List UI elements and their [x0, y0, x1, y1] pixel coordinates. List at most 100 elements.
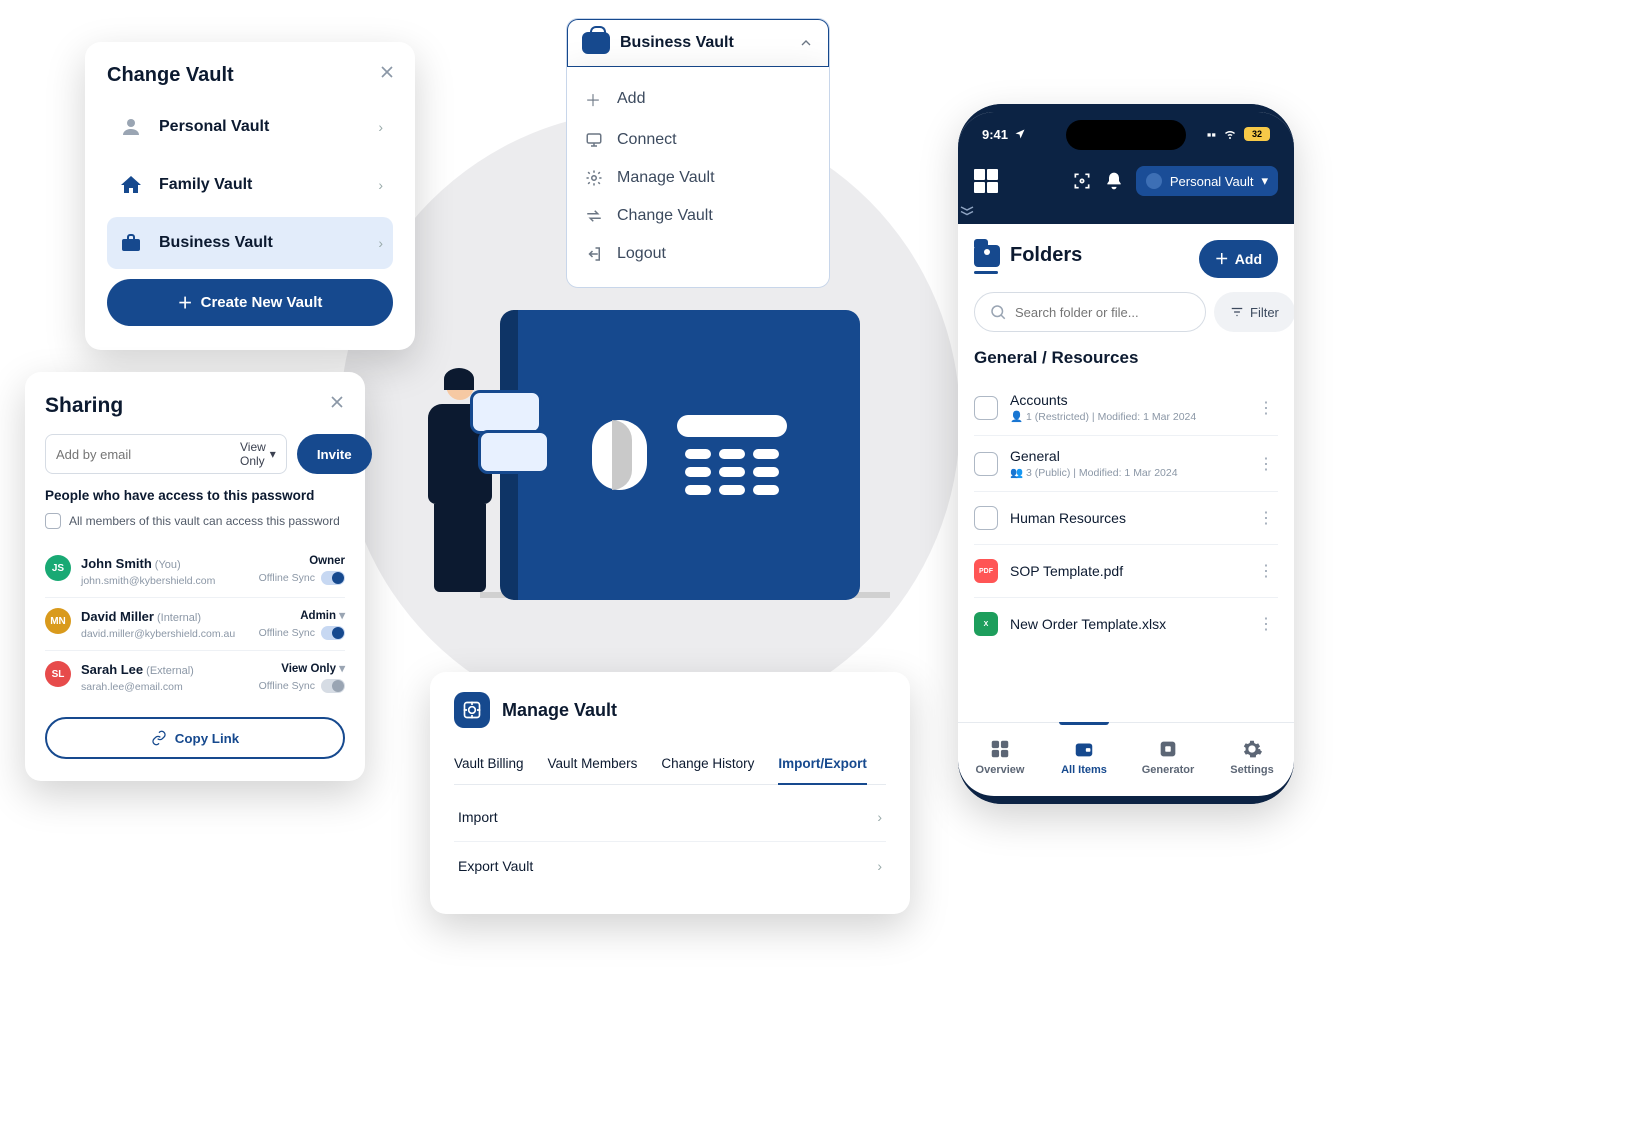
nav-all-items[interactable]: All Items — [1042, 723, 1126, 790]
nav-label: All Items — [1061, 764, 1107, 776]
safe-dial-icon — [592, 420, 647, 490]
button-label: Create New Vault — [201, 294, 323, 311]
manage-row-import[interactable]: Import › — [454, 793, 886, 842]
change-vault-title: Change Vault — [107, 64, 393, 87]
chevron-right-icon: › — [378, 235, 383, 251]
nav-generator[interactable]: Generator — [1126, 723, 1210, 790]
add-button[interactable]: ＋ Add — [1199, 240, 1278, 278]
item-more-button[interactable]: ⋮ — [1254, 557, 1278, 585]
list-item[interactable]: PDF SOP Template.pdf ⋮ — [974, 545, 1278, 597]
vault-dropdown-header[interactable]: Business Vault — [566, 18, 830, 68]
user-name: John Smith — [81, 556, 152, 571]
item-more-button[interactable]: ⋮ — [1254, 610, 1278, 638]
copy-link-button[interactable]: Copy Link — [45, 717, 345, 759]
role-selector[interactable]: View Only ▾ — [240, 440, 276, 468]
search-input-wrapper[interactable] — [974, 292, 1206, 332]
vault-dropdown-menu: Business Vault ＋ Add Connect Manage Vaul… — [566, 18, 830, 288]
sync-toggle[interactable] — [321, 571, 345, 585]
close-icon[interactable] — [377, 62, 397, 82]
briefcase-icon — [582, 32, 610, 54]
avatar: SL — [45, 661, 71, 687]
sharing-subtitle: People who have access to this password — [45, 488, 345, 503]
user-role: Owner — [259, 555, 345, 567]
search-input[interactable] — [1015, 305, 1191, 320]
sharing-panel: Sharing View Only ▾ Invite People who ha… — [25, 372, 365, 781]
vault-pill-label: Personal Vault — [1170, 174, 1254, 189]
chevron-down-icon: ▾ — [339, 610, 345, 622]
user-icon — [1146, 173, 1162, 189]
manage-vault-title: Manage Vault — [502, 700, 617, 721]
chevron-down-icon: ▾ — [270, 447, 276, 461]
invite-button[interactable]: Invite — [297, 434, 372, 474]
create-vault-button[interactable]: ＋ Create New Vault — [107, 279, 393, 326]
tab-import-export[interactable]: Import/Export — [778, 748, 867, 785]
breadcrumb: General / Resources — [974, 348, 1278, 368]
vault-selector-pill[interactable]: Personal Vault ▾ — [1136, 166, 1278, 196]
checkbox[interactable] — [45, 513, 61, 529]
item-name: SOP Template.pdf — [1010, 563, 1123, 579]
user-email: sarah.lee@email.com — [81, 681, 194, 693]
list-item[interactable]: Human Resources ⋮ — [974, 492, 1278, 544]
menu-item-logout[interactable]: Logout — [575, 235, 821, 273]
user-name: David Miller — [81, 609, 154, 624]
nav-settings[interactable]: Settings — [1210, 723, 1294, 790]
gear-icon — [1241, 738, 1263, 760]
list-item[interactable]: Accounts 👤 1 (Restricted) | Modified: 1 … — [974, 380, 1278, 435]
manage-vault-tabs: Vault Billing Vault Members Change Histo… — [454, 748, 886, 785]
user-row: MN David Miller(Internal) david.miller@k… — [45, 598, 345, 651]
list-item[interactable]: X New Order Template.xlsx ⋮ — [974, 598, 1278, 650]
item-name: Accounts — [1010, 392, 1196, 408]
folder-icon — [974, 506, 998, 530]
user-role[interactable]: Admin ▾ — [259, 608, 345, 622]
mobile-device: 9:41 ▪▪ 32 — [958, 104, 1294, 804]
menu-item-connect[interactable]: Connect — [575, 121, 821, 159]
menu-item-change-vault[interactable]: Change Vault — [575, 197, 821, 235]
all-members-checkbox-row[interactable]: All members of this vault can access thi… — [45, 513, 345, 529]
scan-icon[interactable] — [1072, 171, 1094, 191]
header-expand-button[interactable] — [958, 200, 1294, 224]
xlsx-file-icon: X — [974, 612, 998, 636]
wallet-icon — [1073, 738, 1095, 760]
menu-item-manage[interactable]: Manage Vault — [575, 159, 821, 197]
manage-row-export[interactable]: Export Vault › — [454, 842, 886, 890]
tab-change-history[interactable]: Change History — [661, 748, 754, 784]
item-more-button[interactable]: ⋮ — [1254, 504, 1278, 532]
link-icon — [151, 730, 167, 746]
checkbox-label: All members of this vault can access thi… — [69, 514, 340, 528]
close-icon[interactable] — [327, 392, 347, 412]
email-field[interactable] — [56, 447, 232, 462]
item-name: New Order Template.xlsx — [1010, 616, 1166, 632]
button-label: Invite — [317, 447, 352, 462]
sync-label: Offline Sync — [259, 572, 315, 584]
sync-toggle[interactable] — [321, 626, 345, 640]
tab-vault-members[interactable]: Vault Members — [548, 748, 638, 784]
chevron-up-icon — [798, 35, 814, 51]
bell-icon[interactable] — [1104, 171, 1126, 191]
user-circle-icon — [117, 113, 145, 141]
chevron-down-icon: ▾ — [339, 663, 345, 675]
sync-toggle[interactable] — [321, 679, 345, 693]
item-meta: 👥 3 (Public) | Modified: 1 Mar 2024 — [1010, 466, 1178, 479]
item-more-button[interactable]: ⋮ — [1254, 394, 1278, 422]
sync-label: Offline Sync — [259, 627, 315, 639]
nav-overview[interactable]: Overview — [958, 723, 1042, 790]
button-label: Add — [1235, 251, 1262, 267]
user-email: john.smith@kybershield.com — [81, 575, 215, 587]
item-more-button[interactable]: ⋮ — [1254, 450, 1278, 478]
email-input-wrapper[interactable]: View Only ▾ — [45, 434, 287, 474]
item-name: Human Resources — [1010, 510, 1126, 526]
home-icon — [117, 171, 145, 199]
vault-item-personal[interactable]: Personal Vault › — [107, 101, 393, 153]
logout-icon — [585, 245, 605, 263]
user-role[interactable]: View Only ▾ — [259, 661, 345, 675]
filter-button[interactable]: Filter — [1214, 292, 1294, 332]
menu-item-label: Add — [617, 90, 645, 108]
vault-item-family[interactable]: Family Vault › — [107, 159, 393, 211]
vault-item-business[interactable]: Business Vault › — [107, 217, 393, 269]
user-tag: (External) — [146, 665, 194, 677]
list-item[interactable]: General 👥 3 (Public) | Modified: 1 Mar 2… — [974, 436, 1278, 491]
plus-icon: ＋ — [585, 87, 605, 111]
menu-item-add[interactable]: ＋ Add — [575, 77, 821, 121]
vault-icon — [454, 692, 490, 728]
tab-vault-billing[interactable]: Vault Billing — [454, 748, 524, 784]
